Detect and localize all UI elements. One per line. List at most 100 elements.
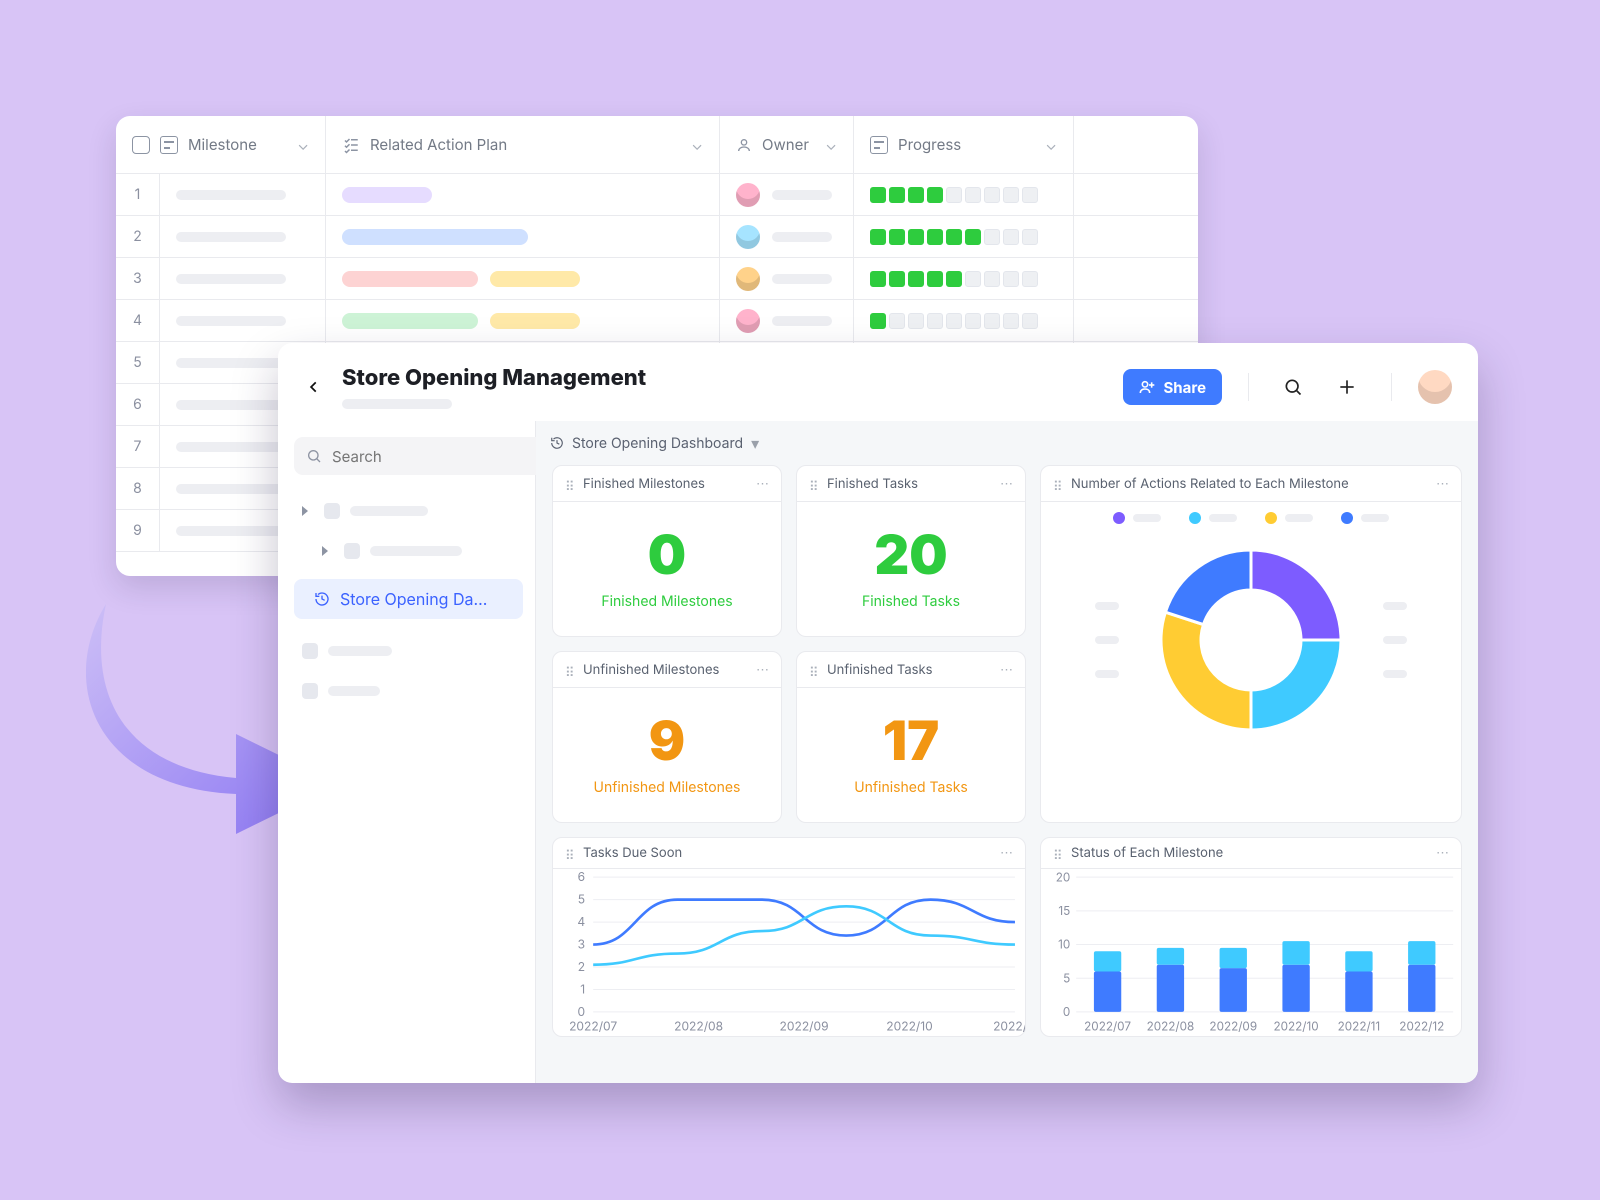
svg-text:2022/07: 2022/07 (1084, 1018, 1131, 1033)
chevron-down-icon[interactable]: ⌄ (297, 135, 309, 154)
share-button[interactable]: Share (1123, 369, 1222, 405)
sidebar-item-store-opening[interactable]: Store Opening Da... (294, 579, 523, 619)
svg-text:2022/07: 2022/07 (569, 1018, 617, 1033)
svg-text:2022/10: 2022/10 (886, 1018, 932, 1033)
sidebar-item[interactable] (294, 531, 523, 571)
card-finished-tasks: ⠿ Finished Tasks ⋯ 20 Finished Tasks (796, 465, 1026, 637)
svg-text:2022/11: 2022/11 (1338, 1018, 1381, 1033)
expand-icon[interactable] (322, 546, 332, 556)
node-icon (344, 543, 360, 559)
line-chart: 01234562022/072022/082022/092022/102022/… (553, 869, 1025, 1036)
column-milestone[interactable]: Milestone ⌄ (116, 116, 326, 173)
table-row[interactable]: 3 (116, 258, 1198, 300)
svg-text:0: 0 (578, 1003, 586, 1018)
more-icon[interactable]: ⋯ (756, 662, 769, 678)
column-label: Owner (762, 135, 809, 154)
node-label-placeholder (350, 506, 428, 516)
svg-text:2022/11: 2022/11 (993, 1018, 1025, 1033)
drag-icon[interactable]: ⠿ (565, 848, 575, 858)
back-button[interactable] (304, 377, 324, 397)
more-icon[interactable]: ⋯ (1436, 845, 1449, 861)
column-related-action[interactable]: Related Action Plan ⌄ (326, 116, 720, 173)
svg-text:2022/12: 2022/12 (1399, 1018, 1444, 1033)
drag-icon[interactable]: ⠿ (565, 665, 575, 675)
node-icon (302, 643, 318, 659)
chevron-down-icon[interactable]: ⌄ (691, 135, 703, 154)
grid-header: Milestone ⌄ Related Action Plan ⌄ Owner … (116, 116, 1198, 174)
sidebar-item[interactable] (294, 671, 523, 711)
history-icon (314, 591, 330, 607)
breadcrumb[interactable]: Store Opening Dashboard ▾ (536, 421, 1478, 465)
expand-icon[interactable] (302, 506, 312, 516)
drag-icon[interactable]: ⠿ (565, 479, 575, 489)
node-icon (302, 683, 318, 699)
dashboard-panel: Store Opening Management Share (278, 343, 1478, 1083)
table-row[interactable]: 1 (116, 174, 1198, 216)
avatar[interactable] (1418, 370, 1452, 404)
chevron-down-icon[interactable]: ⌄ (1045, 135, 1057, 154)
chevron-down-icon[interactable]: ⌄ (825, 135, 837, 154)
drag-icon[interactable]: ⠿ (809, 479, 819, 489)
sidebar-item[interactable] (294, 631, 523, 671)
column-label: Milestone (188, 135, 257, 154)
column-progress[interactable]: Progress ⌄ (854, 116, 1074, 173)
node-label-placeholder (370, 546, 462, 556)
card-actions-per-milestone: ⠿ Number of Actions Related to Each Mile… (1040, 465, 1462, 823)
column-label: Progress (898, 135, 961, 154)
svg-text:1: 1 (580, 981, 585, 996)
chart-right-labels (1383, 602, 1407, 678)
add-button[interactable] (1329, 369, 1365, 405)
drag-icon[interactable]: ⠿ (1053, 848, 1063, 858)
chevron-down-icon[interactable]: ▾ (751, 433, 759, 453)
svg-text:10: 10 (1058, 936, 1070, 951)
column-label: Related Action Plan (370, 135, 507, 154)
card-title: Finished Tasks (827, 476, 918, 492)
text-field-icon (160, 136, 178, 154)
table-row[interactable]: 4 (116, 300, 1198, 342)
drag-icon[interactable]: ⠿ (809, 665, 819, 675)
more-icon[interactable]: ⋯ (756, 476, 769, 492)
card-tasks-due-soon: ⠿ Tasks Due Soon ⋯ 01234562022/072022/08… (552, 837, 1026, 1037)
more-icon[interactable]: ⋯ (1000, 662, 1013, 678)
sidebar-item[interactable] (294, 491, 523, 531)
more-icon[interactable]: ⋯ (1436, 476, 1449, 492)
node-label-placeholder (328, 686, 380, 696)
card-title: Number of Actions Related to Each Milest… (1071, 476, 1349, 492)
svg-text:2022/08: 2022/08 (1147, 1018, 1195, 1033)
share-label: Share (1163, 378, 1206, 397)
card-status-each-milestone: ⠿ Status of Each Milestone ⋯ 05101520202… (1040, 837, 1462, 1037)
svg-text:2: 2 (578, 959, 585, 974)
donut-chart (1141, 530, 1361, 750)
page-subtitle-placeholder (342, 399, 452, 409)
metric-label: Finished Milestones (601, 593, 732, 610)
column-overflow (1074, 116, 1110, 173)
divider (1248, 373, 1249, 401)
table-row[interactable]: 2 (116, 216, 1198, 258)
svg-text:3: 3 (578, 936, 585, 951)
metric-value: 9 (649, 715, 685, 769)
column-owner[interactable]: Owner ⌄ (720, 116, 854, 173)
svg-text:15: 15 (1058, 902, 1070, 917)
divider (1391, 373, 1392, 401)
card-unfinished-tasks: ⠿ Unfinished Tasks ⋯ 17 Unfinished Tasks (796, 651, 1026, 823)
svg-text:2022/09: 2022/09 (1209, 1018, 1257, 1033)
search-button[interactable] (1275, 369, 1311, 405)
svg-text:6: 6 (578, 869, 585, 884)
drag-icon[interactable]: ⠿ (1053, 479, 1063, 489)
card-title: Tasks Due Soon (583, 845, 682, 861)
text-field-icon (870, 136, 888, 154)
metric-label: Unfinished Tasks (854, 779, 968, 796)
more-icon[interactable]: ⋯ (1000, 476, 1013, 492)
node-label-placeholder (328, 646, 392, 656)
card-finished-milestones: ⠿ Finished Milestones ⋯ 0 Finished Miles… (552, 465, 782, 637)
metric-value: 17 (883, 715, 940, 769)
dashboard-main: Store Opening Dashboard ▾ ⠿ Finished Mil… (536, 421, 1478, 1083)
checkbox-icon[interactable] (132, 136, 150, 154)
more-icon[interactable]: ⋯ (1000, 845, 1013, 861)
sidebar: Store Opening Da... (278, 421, 536, 1083)
bar-chart: 051015202022/072022/082022/092022/102022… (1041, 869, 1461, 1036)
card-title: Unfinished Tasks (827, 662, 933, 678)
svg-text:5: 5 (1063, 970, 1070, 985)
node-icon (324, 503, 340, 519)
dashboard-header: Store Opening Management Share (278, 343, 1478, 421)
